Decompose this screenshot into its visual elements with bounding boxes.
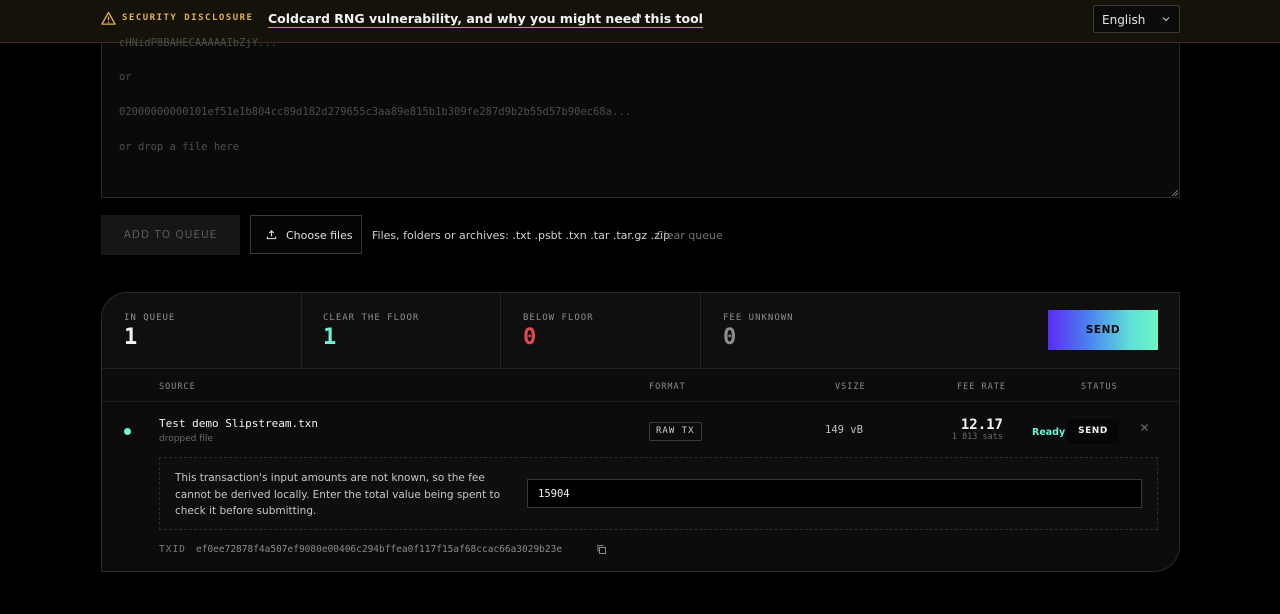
choose-files-button[interactable]: Choose files (250, 215, 362, 254)
col-format: FORMAT (649, 382, 686, 392)
placeholder-or: or (119, 71, 132, 83)
col-status: STATUS (1081, 382, 1118, 392)
stat-label: FEE UNKNOWN (723, 313, 794, 323)
choose-files-label: Choose files (286, 229, 353, 242)
security-disclosure-tag: SECURITY DISCLOSURE (122, 13, 254, 23)
clear-queue-link[interactable]: Clear queue (656, 229, 723, 242)
send-all-button[interactable]: SEND (1048, 310, 1158, 350)
stat-label: BELOW FLOOR (523, 313, 594, 323)
col-source: SOURCE (159, 382, 196, 392)
resize-handle-icon[interactable] (1170, 188, 1178, 196)
add-to-queue-button[interactable]: ADD TO QUEUE (101, 215, 240, 255)
copy-icon[interactable] (596, 544, 607, 555)
transaction-input[interactable]: cHNidP8BAHECAAAAAIbZjY... or 02000000000… (101, 37, 1180, 198)
detail-message: This transaction's input amounts are not… (175, 472, 501, 517)
fee-sats: 1 813 sats (951, 432, 1003, 442)
file-types-hint: Files, folders or archives: .txt .psbt .… (372, 229, 670, 242)
fee-rate: 12.17 1 813 sats (952, 417, 1003, 442)
placeholder-psbt: cHNidP8BAHECAAAAAIbZjY... (119, 37, 278, 49)
language-select[interactable]: English (1093, 5, 1180, 33)
txid-value: ef0ee72878f4a507ef9080e00406c294bffea0f1… (196, 544, 563, 555)
stat-below-floor: BELOW FLOOR 0 (501, 293, 700, 369)
stat-label: IN QUEUE (124, 313, 176, 323)
format-badge: RAW TX (649, 422, 702, 441)
stat-value: 0 (523, 325, 537, 350)
chevron-down-icon (1162, 17, 1170, 22)
stat-value: 1 (323, 325, 337, 350)
input-total-field[interactable] (527, 479, 1142, 508)
col-fee-rate: FEE RATE (957, 382, 1006, 392)
queue-panel: IN QUEUE 1 CLEAR THE FLOOR 1 BELOW FLOOR… (101, 292, 1180, 572)
txid-label: TXID (159, 544, 186, 555)
status-dot (124, 428, 131, 435)
language-value: English (1102, 13, 1146, 27)
source-origin: dropped file (159, 434, 213, 444)
stat-value: 1 (124, 325, 138, 350)
stat-clear-floor: CLEAR THE FLOOR 1 (301, 293, 500, 369)
input-total-value[interactable] (528, 480, 1141, 507)
stats-bar: IN QUEUE 1 CLEAR THE FLOOR 1 BELOW FLOOR… (102, 293, 1179, 369)
source-name: Test demo Slipstream.txn (159, 417, 318, 430)
fee-unknown-detail: This transaction's input amounts are not… (159, 457, 1158, 530)
upload-icon (266, 230, 277, 240)
warning-triangle-icon (101, 11, 116, 25)
send-row-button[interactable]: SEND (1067, 419, 1119, 444)
stat-label: CLEAR THE FLOOR (323, 313, 420, 323)
vsize-value: 149 vB (825, 424, 863, 436)
placeholder-drop: or drop a file here (119, 141, 240, 153)
stat-in-queue: IN QUEUE 1 (102, 293, 301, 369)
stat-fee-unknown: FEE UNKNOWN 0 (701, 293, 900, 369)
external-link-icon[interactable]: ↗ (633, 11, 642, 24)
status-ready: Ready (1032, 427, 1066, 438)
placeholder-rawtx: 02000000000101ef51e1b804cc89d182d279655c… (119, 106, 632, 118)
col-vsize: VSIZE (835, 382, 866, 392)
close-icon[interactable] (1140, 423, 1149, 432)
table-header: SOURCE FORMAT VSIZE FEE RATE STATUS (102, 370, 1179, 402)
fee-rate-value: 12.17 (960, 417, 1003, 433)
stat-value: 0 (723, 325, 737, 350)
